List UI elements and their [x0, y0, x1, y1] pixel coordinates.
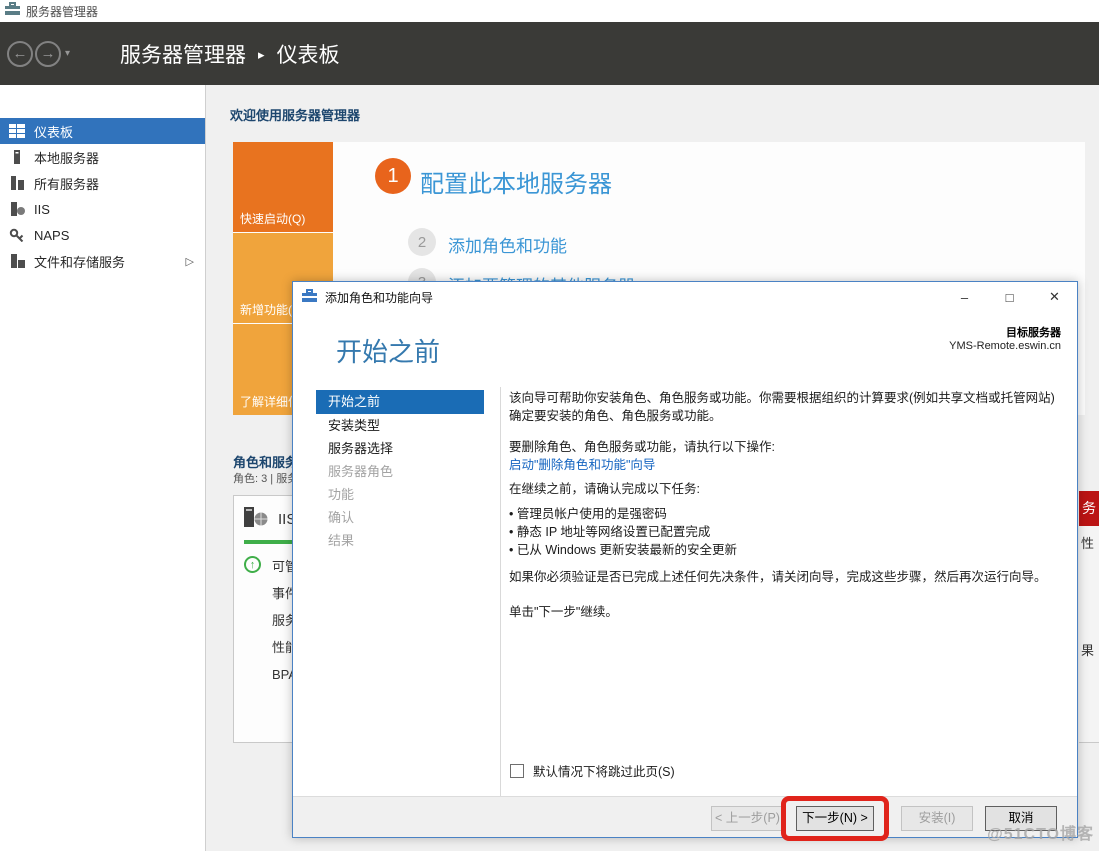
bullet-item: • 静态 IP 地址等网络设置已配置完成	[509, 523, 1065, 541]
key-icon	[9, 228, 25, 242]
sidebar-item-label: 所有服务器	[34, 174, 99, 193]
bullet-icon: •	[509, 507, 513, 521]
file-storage-icon	[9, 254, 25, 268]
expander-arrow-icon[interactable]: ▷	[186, 255, 194, 268]
breadcrumb-current: 仪表板	[277, 39, 340, 69]
sidebar: 仪表板 本地服务器 所有服务器 IIS NAPS 文件和存储服务 ▷	[0, 85, 206, 851]
maximize-button[interactable]: □	[987, 282, 1032, 312]
target-server-block: 目标服务器 YMS-Remote.eswin.cn	[949, 324, 1061, 352]
install-button: 安装(I)	[901, 806, 973, 831]
sidebar-item-label: 本地服务器	[34, 148, 99, 167]
target-server-label: 目标服务器	[949, 324, 1061, 340]
bullet-icon: •	[509, 525, 513, 539]
wizard-nav-results: 结果	[316, 529, 484, 552]
right-tile-error-header: 务	[1079, 491, 1099, 526]
remove-roles-link[interactable]: 启动"删除角色和功能"向导	[509, 456, 1065, 474]
bullet-icon: •	[509, 543, 513, 557]
watermark: @51CTO博客	[987, 820, 1094, 844]
dialog-titlebar[interactable]: 添加角色和功能向导 – □ ✕	[293, 282, 1077, 312]
step-number-badge: 1	[375, 158, 411, 194]
up-arrow-status-icon: ↑	[244, 556, 261, 573]
wizard-footer: < 上一步(P) 下一步(N) > 安装(I) 取消	[293, 796, 1077, 837]
dialog-title: 添加角色和功能向导	[325, 289, 433, 306]
app-header: ← → ▾ 服务器管理器 ▸ 仪表板	[0, 22, 1099, 85]
local-server-icon	[9, 150, 25, 164]
window-titlebar: 服务器管理器	[0, 0, 1099, 22]
wizard-nav-install-type[interactable]: 安装类型	[316, 414, 484, 437]
wizard-body: 该向导可帮助你安装角色、角色服务或功能。你需要根据组织的计算要求(例如共享文档或…	[509, 385, 1065, 621]
bullet-item: • 管理员帐户使用的是强密码	[509, 505, 1065, 523]
breadcrumb-root[interactable]: 服务器管理器	[120, 39, 246, 69]
bullet-item: • 已从 Windows 更新安装最新的安全更新	[509, 541, 1065, 559]
sidebar-item-iis[interactable]: IIS	[0, 196, 205, 222]
wizard-nav-server-roles: 服务器角色	[316, 460, 484, 483]
skip-page-checkbox[interactable]	[510, 764, 524, 778]
iis-server-icon	[9, 202, 25, 216]
chevron-down-icon[interactable]: ▾	[65, 48, 70, 59]
remove-hint: 要删除角色、角色服务或功能，请执行以下操作:	[509, 438, 1065, 456]
add-roles-link[interactable]: 添加角色和功能	[448, 232, 567, 257]
skip-page-checkbox-label: 默认情况下将跳过此页(S)	[533, 761, 675, 780]
next-button[interactable]: 下一步(N) >	[796, 806, 874, 831]
wizard-nav-confirm: 确认	[316, 506, 484, 529]
sidebar-item-label: 文件和存储服务	[34, 252, 125, 271]
sidebar-item-label: NAPS	[34, 228, 69, 243]
breadcrumb: 服务器管理器 ▸ 仪表板	[120, 39, 340, 69]
verify-note: 如果你必须验证是否已完成上述任何先决条件，请关闭向导，完成这些步骤，然后再次运行…	[509, 568, 1065, 586]
intro-paragraph: 该向导可帮助你安装角色、角色服务或功能。你需要根据组织的计算要求(例如共享文档或…	[509, 385, 1065, 425]
minimize-button[interactable]: –	[942, 282, 987, 312]
all-servers-icon	[9, 176, 25, 190]
bullet-text: 管理员帐户使用的是强密码	[517, 507, 667, 521]
sidebar-item-label: IIS	[34, 202, 50, 217]
bullet-text: 静态 IP 地址等网络设置已配置完成	[517, 525, 711, 539]
skip-page-checkbox-row: 默认情况下将跳过此页(S)	[510, 761, 675, 780]
iis-tile-icon	[244, 507, 268, 531]
sidebar-item-label: 仪表板	[34, 122, 73, 141]
continue-note: 单击"下一步"继续。	[509, 603, 1065, 621]
wizard-nav-server-selection[interactable]: 服务器选择	[316, 437, 484, 460]
welcome-heading: 欢迎使用服务器管理器	[230, 105, 360, 124]
sidebar-item-file-storage[interactable]: 文件和存储服务 ▷	[0, 248, 205, 274]
previous-button: < 上一步(P)	[711, 806, 784, 831]
window-title: 服务器管理器	[26, 3, 98, 20]
right-tile-row-fragment: 性	[1081, 533, 1094, 552]
right-tile-row-fragment: 果	[1081, 640, 1094, 659]
server-manager-window: 服务器管理器 ← → ▾ 服务器管理器 ▸ 仪表板 仪表板 本地服务器 所有服务…	[0, 0, 1099, 851]
bullet-text: 已从 Windows 更新安装最新的安全更新	[517, 543, 737, 557]
breadcrumb-separator-icon: ▸	[258, 44, 265, 63]
configure-local-server-link[interactable]: 配置此本地服务器	[420, 164, 612, 199]
back-arrow-icon[interactable]: ←	[7, 41, 33, 67]
sidebar-item-dashboard[interactable]: 仪表板	[0, 118, 205, 144]
target-server-value: YMS-Remote.eswin.cn	[949, 340, 1061, 352]
sidebar-item-naps[interactable]: NAPS	[0, 222, 205, 248]
dashboard-grid-icon	[9, 124, 25, 138]
close-button[interactable]: ✕	[1032, 282, 1077, 312]
quick-start-label: 快速启动(Q)	[240, 210, 305, 227]
wizard-nav: 开始之前 安装类型 服务器选择 服务器角色 功能 确认 结果	[293, 387, 501, 796]
wizard-page-title: 开始之前	[336, 332, 440, 369]
add-roles-wizard-dialog: 添加角色和功能向导 – □ ✕ 开始之前 目标服务器 YMS-Remote.es…	[292, 281, 1078, 838]
quick-start-tab[interactable]: 快速启动(Q)	[233, 142, 333, 232]
sidebar-item-all-servers[interactable]: 所有服务器	[0, 170, 205, 196]
step-number-badge: 2	[408, 228, 436, 256]
sidebar-item-local-server[interactable]: 本地服务器	[0, 144, 205, 170]
confirm-hint: 在继续之前，请确认完成以下任务:	[509, 480, 1065, 498]
wizard-nav-before-begin[interactable]: 开始之前	[316, 390, 484, 414]
server-manager-icon	[5, 2, 20, 20]
forward-arrow-icon[interactable]: →	[35, 41, 61, 67]
wizard-nav-features: 功能	[316, 483, 484, 506]
wizard-icon	[302, 289, 317, 305]
